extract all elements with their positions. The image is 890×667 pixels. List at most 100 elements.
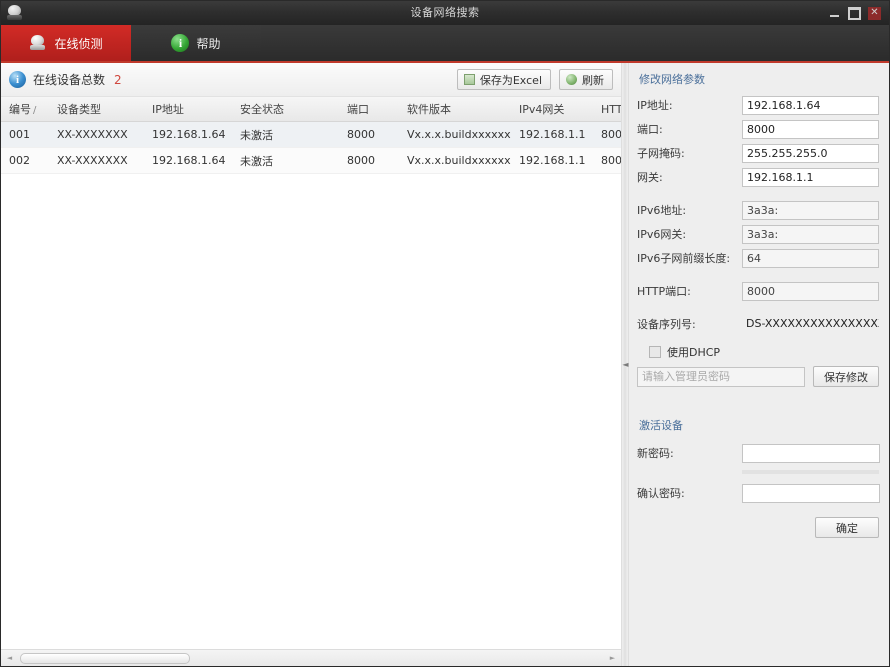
refresh-button[interactable]: 刷新 (559, 69, 613, 90)
tab-bar: 在线侦测 i 帮助 (1, 25, 889, 63)
column-header-gateway[interactable]: IPv4网关 (511, 101, 593, 117)
field-confirm-password: 确认密码: (637, 481, 880, 505)
cell-security: 未激活 (240, 128, 273, 142)
column-header-id[interactable]: 编号 / (1, 101, 49, 117)
minimize-icon[interactable] (828, 7, 841, 20)
cell-device-type: XX-XXXXXXX (57, 154, 128, 167)
toolbar-actions: 保存为Excel 刷新 (456, 69, 613, 90)
save-excel-label: 保存为Excel (479, 73, 542, 87)
input-ipv6-prefix-length[interactable]: 64 (742, 248, 879, 268)
close-icon[interactable]: ✕ (868, 6, 881, 20)
label-port: 端口: (637, 123, 663, 136)
column-header-security[interactable]: 安全状态 (232, 101, 339, 117)
cell-version: Vx.x.x.buildxxxxxx (407, 128, 511, 141)
field-subnet-mask: 子网掩码: 255.255.255.0 (637, 143, 879, 163)
scrollbar-thumb[interactable] (20, 652, 190, 664)
scrollbar-track[interactable] (16, 652, 606, 665)
cell-id: 001 (9, 128, 30, 141)
maximize-icon[interactable] (848, 7, 861, 20)
total-devices-label: 在线设备总数 (33, 73, 106, 87)
confirm-password-input[interactable] (742, 483, 880, 503)
cell-http-port: 800 (601, 128, 621, 141)
cell-id: 002 (9, 154, 30, 167)
network-parameters-pane: 修改网络参数 IP地址: 192.168.1.64 端口: 8000 子网掩码:… (629, 63, 889, 666)
network-panel-title: 修改网络参数 (639, 73, 705, 86)
camera-dome-icon (4, 3, 26, 23)
input-port[interactable]: 8000 (742, 119, 879, 139)
field-device-serial: 设备序列号: DS-XXXXXXXXXXXXXXXX (637, 314, 879, 334)
horizontal-scrollbar[interactable]: ◄ ► (1, 649, 621, 666)
cell-port: 8000 (347, 154, 375, 167)
save-changes-button[interactable]: 保存修改 (813, 366, 879, 387)
table-row[interactable]: 002 XX-XXXXXXX 192.168.1.64 未激活 8000 Vx.… (1, 148, 621, 174)
label-ipv6-address: IPv6地址: (637, 204, 687, 217)
column-header-port[interactable]: 端口 (339, 101, 399, 117)
dhcp-checkbox[interactable] (649, 346, 661, 358)
column-header-ip[interactable]: IP地址 (144, 101, 232, 117)
column-header-device-type[interactable]: 设备类型 (49, 101, 144, 117)
cell-port: 8000 (347, 128, 375, 141)
label-confirm-password: 确认密码: (637, 487, 685, 500)
input-http-port[interactable]: 8000 (742, 281, 879, 301)
dhcp-label: 使用DHCP (667, 346, 721, 359)
total-devices-count: 2 (114, 72, 122, 87)
field-ipv6-address: IPv6地址: 3a3a: (637, 200, 879, 220)
label-new-password: 新密码: (637, 447, 674, 460)
cell-gateway: 192.168.1.1 (519, 154, 586, 167)
field-http-port: HTTP端口: 8000 (637, 281, 879, 301)
scroll-left-arrow-icon[interactable]: ◄ (3, 652, 16, 665)
field-port: 端口: 8000 (637, 119, 879, 139)
label-subnet-mask: 子网掩码: (637, 147, 685, 160)
activate-device-section: 激活设备 新密码: 确认密码: 确定 (637, 417, 880, 538)
pane-divider[interactable]: ◄ (621, 63, 629, 666)
field-new-password: 新密码: (637, 441, 880, 465)
device-list-pane: i 在线设备总数 2 保存为Excel 刷新 编号 / 设备类型 IP地址 安全… (1, 63, 621, 666)
tab-help-label: 帮助 (196, 36, 221, 51)
info-circle-icon: i (9, 71, 26, 88)
activate-actions: 确定 (637, 517, 879, 538)
title-bar: 设备网络搜索 ✕ (1, 1, 889, 25)
tab-help[interactable]: i 帮助 (131, 25, 261, 61)
table-body: 001 XX-XXXXXXX 192.168.1.64 未激活 8000 Vx.… (1, 122, 621, 649)
tab-online-detection-label: 在线侦测 (54, 36, 103, 51)
input-gateway[interactable]: 192.168.1.1 (742, 167, 879, 187)
table-header-row: 编号 / 设备类型 IP地址 安全状态 端口 软件版本 IPv4网关 HTT (1, 97, 621, 122)
field-ipv6-gateway: IPv6网关: 3a3a: (637, 224, 879, 244)
label-ip-address: IP地址: (637, 99, 673, 112)
sadp-window: 设备网络搜索 ✕ 在线侦测 i 帮助 i 在线设备总数 2 保存为Excel 刷… (0, 0, 890, 667)
input-subnet-mask[interactable]: 255.255.255.0 (742, 143, 879, 163)
table-row[interactable]: 001 XX-XXXXXXX 192.168.1.64 未激活 8000 Vx.… (1, 122, 621, 148)
column-header-http-port[interactable]: HTT (593, 103, 621, 116)
tab-online-detection[interactable]: 在线侦测 (1, 25, 131, 61)
input-ipv6-gateway[interactable]: 3a3a: (742, 224, 879, 244)
window-title: 设备网络搜索 (410, 6, 480, 19)
password-strength-bar (742, 470, 879, 474)
column-header-version[interactable]: 软件版本 (399, 101, 511, 117)
confirm-button[interactable]: 确定 (815, 517, 879, 538)
dhcp-row[interactable]: 使用DHCP (649, 342, 879, 362)
value-device-serial: DS-XXXXXXXXXXXXXXXX (746, 316, 879, 330)
cell-device-type: XX-XXXXXXX (57, 128, 128, 141)
label-http-port: HTTP端口: (637, 285, 691, 298)
activate-panel-title: 激活设备 (639, 419, 683, 432)
admin-password-input[interactable]: 请输入管理员密码 (637, 366, 805, 387)
refresh-icon (566, 74, 577, 85)
collapse-arrow-icon[interactable]: ◄ (622, 358, 628, 372)
new-password-input[interactable] (742, 443, 880, 463)
cell-http-port: 800 (601, 154, 621, 167)
input-ip-address[interactable]: 192.168.1.64 (742, 95, 879, 115)
cell-security: 未激活 (240, 154, 273, 168)
cell-ip: 192.168.1.64 (152, 154, 226, 167)
list-toolbar: i 在线设备总数 2 保存为Excel 刷新 (1, 63, 621, 97)
camera-dome-icon (29, 34, 47, 52)
cell-gateway: 192.168.1.1 (519, 128, 586, 141)
scroll-right-arrow-icon[interactable]: ► (606, 652, 619, 665)
label-ipv6-gateway: IPv6网关: (637, 228, 687, 241)
save-excel-button[interactable]: 保存为Excel (456, 69, 551, 90)
field-gateway: 网关: 192.168.1.1 (637, 167, 879, 187)
label-ipv6-prefix-length: IPv6子网前缀长度: (637, 252, 731, 265)
refresh-label: 刷新 (582, 73, 604, 87)
field-ipv6-prefix-length: IPv6子网前缀长度: 64 (637, 248, 879, 268)
label-device-serial: 设备序列号: (637, 318, 696, 331)
input-ipv6-address[interactable]: 3a3a: (742, 200, 879, 220)
